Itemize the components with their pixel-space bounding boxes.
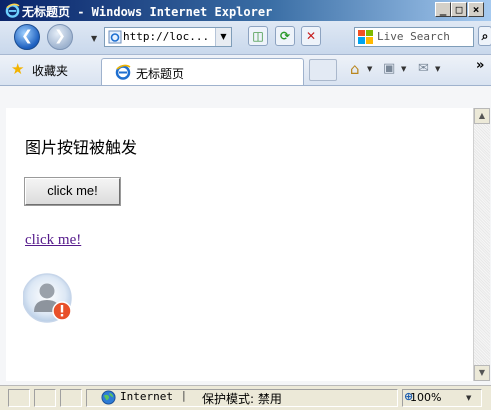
zoom-level: 100%: [410, 391, 442, 404]
tab-untitled-page[interactable]: 无标题页: [101, 58, 304, 85]
search-field[interactable]: Live Search: [354, 27, 474, 47]
ie-window: 无标题页 - Windows Internet Explorer _ □ × ❮…: [0, 0, 491, 410]
title-bar[interactable]: 无标题页 - Windows Internet Explorer _ □ ×: [0, 0, 491, 21]
tab-ie-icon: [115, 64, 131, 80]
minimize-button[interactable]: _: [435, 2, 451, 17]
address-field[interactable]: http://loc... ▼: [104, 27, 232, 47]
more-tools-icon[interactable]: »: [476, 58, 484, 73]
compatibility-icon[interactable]: ◫: [248, 26, 268, 46]
favorites-bar: ★ 收藏夹 无标题页 ⌂ ▼ ▣ ▼ ✉ ▼ »: [0, 55, 491, 86]
live-search-logo-icon: [358, 30, 373, 44]
url-text: http://loc...: [123, 30, 210, 43]
user-warning-image-button[interactable]: [23, 272, 85, 324]
feeds-icon[interactable]: ▣: [383, 61, 395, 76]
window-title: 无标题页 - Windows Internet Explorer: [22, 5, 273, 19]
new-tab-button[interactable]: [309, 59, 337, 81]
forward-arrow-icon: ❯: [54, 28, 66, 44]
status-bar: Internet | 保护模式: 禁用 ⊕ 100% ▼: [0, 385, 491, 410]
home-dropdown-icon[interactable]: ▼: [367, 65, 372, 73]
tab-title: 无标题页: [136, 67, 185, 81]
internet-globe-icon: [101, 390, 116, 405]
maximize-button[interactable]: □: [451, 2, 467, 17]
click-me-button[interactable]: click me!: [24, 177, 121, 206]
forward-button[interactable]: ❯: [47, 24, 73, 50]
protected-mode-label: 保护模式: 禁用: [202, 392, 282, 406]
back-arrow-icon: ❮: [21, 28, 33, 44]
scroll-up-icon[interactable]: ▲: [474, 108, 490, 124]
favorites-label[interactable]: 收藏夹: [32, 62, 68, 79]
url-dropdown-icon[interactable]: ▼: [215, 28, 231, 46]
vertical-scrollbar[interactable]: ▲ ▼: [473, 108, 490, 381]
page-icon: [108, 30, 122, 44]
mail-icon[interactable]: ✉: [418, 61, 429, 76]
mail-dropdown-icon[interactable]: ▼: [435, 65, 440, 73]
click-me-link[interactable]: click me!: [25, 232, 81, 249]
ie-logo-icon: [5, 3, 20, 18]
zoom-dropdown-icon[interactable]: ▼: [466, 394, 471, 402]
status-cell: [8, 389, 30, 407]
status-separator: |: [182, 389, 186, 402]
page-message: 图片按钮被触发: [25, 138, 138, 157]
back-button[interactable]: ❮: [14, 24, 40, 50]
close-button[interactable]: ×: [468, 2, 484, 17]
history-dropdown-icon[interactable]: ▼: [91, 34, 97, 43]
scroll-down-icon[interactable]: ▼: [474, 365, 490, 381]
refresh-icon[interactable]: ⟳: [275, 26, 295, 46]
search-placeholder: Live Search: [377, 30, 450, 43]
home-icon[interactable]: ⌂: [350, 60, 360, 78]
stop-icon[interactable]: ✕: [301, 26, 321, 46]
status-cell: [60, 389, 82, 407]
status-cell: [34, 389, 56, 407]
feeds-dropdown-icon[interactable]: ▼: [401, 65, 406, 73]
search-icon[interactable]: ⌕: [478, 26, 491, 46]
page-content: 图片按钮被触发 click me! click me!: [6, 108, 473, 381]
security-zone-label: Internet: [120, 390, 173, 403]
favorites-star-icon[interactable]: ★: [11, 60, 24, 78]
address-toolbar: ❮ ❯ ▼ http://loc... ▼ ◫ ⟳ ✕ Live Search: [0, 21, 491, 55]
